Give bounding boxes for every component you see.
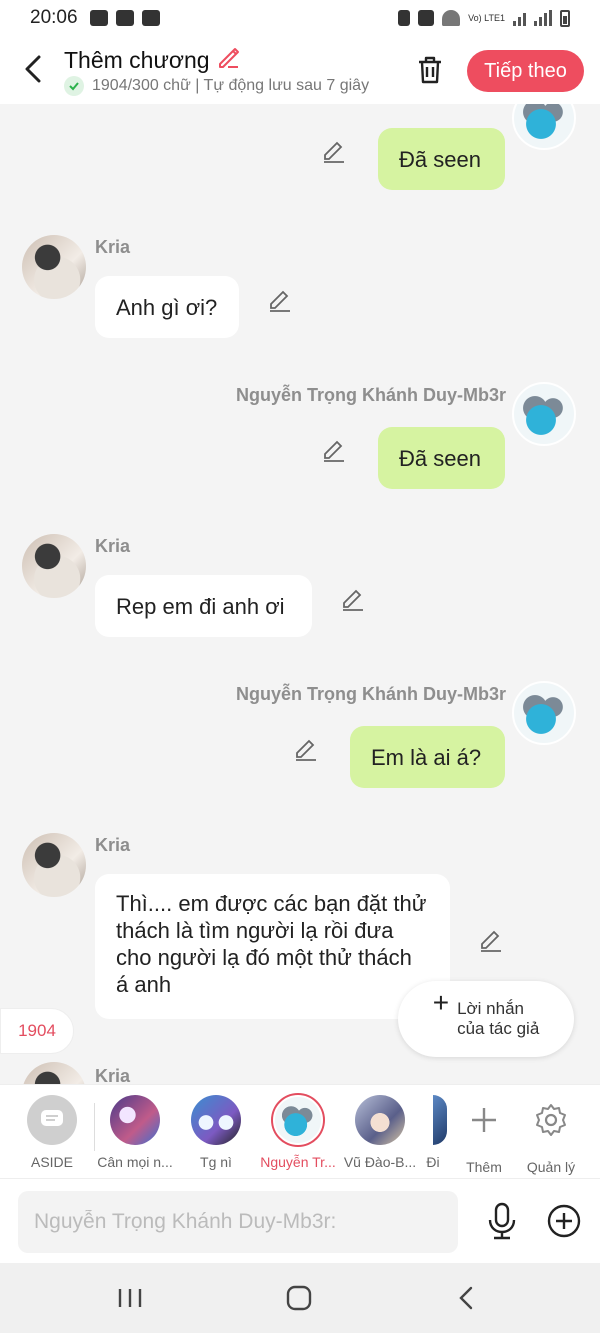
recent-apps-icon [118,1289,142,1307]
message-input[interactable] [18,1191,458,1253]
avatar[interactable] [22,1062,86,1084]
edit-message-icon[interactable] [321,137,347,163]
sender-name: Kria [95,536,131,556]
composer [0,1178,600,1263]
sender-name: Nguyễn Trọng Khánh Duy-Mb3r [236,684,506,704]
character-strip: ASIDE Cân mọi n... Tg nì Nguyễn Tr... Vũ… [0,1084,600,1178]
plus-icon [472,1108,496,1132]
character-item[interactable]: Tg nì [176,1095,256,1170]
page-title: Thêm chương [64,44,242,76]
avatar[interactable] [512,104,576,150]
message-bubble[interactable]: Rep em đi anh ơi [95,575,312,637]
author-note-button[interactable]: + Lời nhắn của tác giả [398,981,574,1057]
youtube-icon [115,10,134,26]
sender-name: Kria [95,835,131,855]
character-item[interactable]: Vũ Đào-B... [340,1095,420,1170]
message-bubble[interactable]: Anh gì ơi? [95,276,239,338]
character-item[interactable]: Cân mọi n... [95,1095,175,1170]
message-bubble[interactable]: Thì.... em được các bạn đặt thử thách là… [95,874,450,1019]
wifi-icon [442,10,461,26]
home-icon [286,1285,312,1311]
chat-area[interactable]: Đã seen Kria Anh gì ơi? Nguyễn Trọng Khá… [0,104,600,1084]
avatar[interactable] [512,382,576,446]
system-nav-bar [0,1263,600,1333]
mute-icon [418,10,435,26]
attach-button[interactable] [546,1203,582,1239]
trash-icon [419,56,441,84]
app-header: Thêm chương 1904/300 chữ | Tự động lưu s… [0,36,600,104]
manage-characters-button[interactable]: Quản lý [511,1095,591,1175]
sender-name: Kria [95,1066,131,1084]
check-icon [64,76,84,96]
battery-icon [560,9,570,27]
recycle-icon [398,10,411,26]
recent-apps-button[interactable] [110,1283,150,1313]
chevron-left-icon [25,55,41,83]
edit-message-icon[interactable] [267,286,293,312]
back-icon [459,1286,473,1310]
microphone-icon [488,1202,516,1240]
edit-message-icon[interactable] [293,735,319,761]
plus-icon: + [432,987,450,1018]
character-aside[interactable]: ASIDE [12,1095,92,1170]
status-time: 20:06 [30,7,78,28]
author-note-label: Lời nhắn [457,999,524,1018]
save-status: 1904/300 chữ | Tự động lưu sau 7 giây [64,76,394,96]
message-bubble[interactable]: Đã seen [378,427,505,489]
edit-title-button[interactable] [216,44,242,76]
avatar[interactable] [22,833,86,897]
character-avatar [355,1095,405,1145]
network-label: Vo) LTE1 [468,12,505,23]
signal-icon-2 [534,10,552,26]
message-bubble[interactable]: Em là ai á? [350,726,505,788]
character-item-active[interactable]: Nguyễn Tr... [258,1095,338,1170]
author-note-label-2: của tác giả [457,1019,540,1038]
character-avatar [110,1095,160,1145]
voice-button[interactable] [484,1201,520,1241]
word-count-status: 1904/300 chữ | Tự động lưu sau 7 giây [92,77,370,94]
word-count-badge[interactable]: 1904 [0,1008,74,1054]
edit-message-icon[interactable] [340,585,366,611]
pencil-icon [218,48,239,68]
sender-name: Nguyễn Trọng Khánh Duy-Mb3r [236,385,506,405]
edit-message-icon[interactable] [478,926,504,952]
next-button[interactable]: Tiếp theo [467,50,584,92]
message-bubble[interactable]: Đã seen [378,128,505,190]
system-back-button[interactable] [448,1283,488,1313]
status-bar: 20:06 Vo) LTE1 [0,0,600,36]
avatar[interactable] [22,235,86,299]
avatar[interactable] [512,681,576,745]
edit-message-icon[interactable] [321,436,347,462]
app-notification-icon [141,10,160,26]
sender-name: Kria [95,237,131,257]
character-avatar [273,1095,323,1145]
aside-avatar [27,1095,77,1145]
character-avatar [191,1095,241,1145]
signal-icon [513,10,526,26]
avatar[interactable] [22,534,86,598]
gallery-icon [89,10,108,26]
gear-icon [536,1104,566,1136]
plus-circle-icon [547,1204,581,1238]
back-button[interactable] [20,54,46,84]
chat-bubble-icon [41,1110,63,1126]
delete-button[interactable] [414,54,446,86]
home-button[interactable] [279,1283,319,1313]
